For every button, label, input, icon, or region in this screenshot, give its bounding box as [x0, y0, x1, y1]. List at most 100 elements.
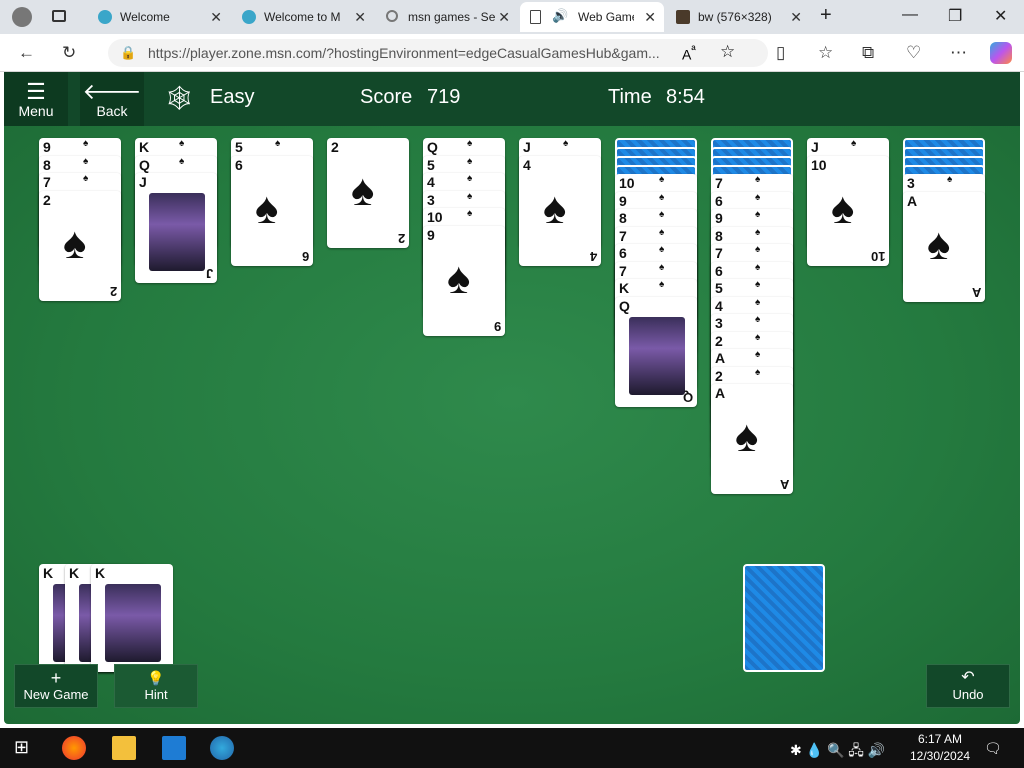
card-rank: K [95, 565, 106, 581]
card-rank: A [907, 192, 918, 209]
tab-3[interactable]: 🔊 Web Game ✕ [520, 2, 664, 32]
card-rank: Q [619, 297, 630, 314]
card-rank: 6 [619, 245, 627, 261]
playing-card[interactable]: 9 ♠ 9 [423, 225, 505, 336]
menu-button[interactable]: ☰ Menu [4, 72, 68, 126]
playing-card[interactable]: A ♠ A [711, 384, 793, 494]
collections-icon[interactable]: ⧉ [862, 43, 874, 63]
card-rank: A [715, 385, 726, 401]
card-rank: A [715, 350, 726, 366]
edge-icon[interactable] [210, 736, 234, 760]
minimize-icon[interactable]: — [902, 6, 918, 24]
tab-1[interactable]: Welcome to M ✕ [232, 2, 374, 32]
more-menu-icon[interactable]: ⋯ [950, 43, 967, 63]
spade-icon: ♠ [659, 209, 665, 220]
card-rank-bottom: Q [682, 389, 693, 405]
spade-icon: ♠ [755, 331, 761, 343]
back-arrow-icon[interactable]: ← [18, 43, 35, 63]
file-explorer-icon[interactable] [112, 736, 136, 760]
playing-card[interactable]: 4 ♠ 4 [519, 155, 601, 266]
face-card-art [149, 193, 205, 271]
tab-4[interactable]: bw (576×328) ✕ [666, 2, 810, 32]
back-button[interactable]: 🡐 Back [80, 72, 144, 126]
playing-card[interactable]: QQ [615, 296, 697, 407]
card-rank: 6 [715, 192, 723, 209]
windows-start-icon[interactable]: ⊞ [14, 737, 38, 761]
playing-card[interactable]: 10 ♠ 10 [807, 155, 889, 266]
card-rank: 5 [427, 156, 435, 173]
card-rank: 2 [715, 367, 723, 384]
card-rank: Q [139, 156, 150, 173]
score-value: 719 [427, 86, 461, 108]
back-arrow-icon: 🡐 [82, 79, 142, 104]
card-rank-bottom: 6 [301, 248, 309, 264]
undo-button[interactable]: ↶ Undo [926, 664, 1010, 708]
page-icon [530, 10, 541, 24]
split-screen-icon[interactable]: ▯ [776, 43, 785, 63]
profile-icon[interactable] [12, 7, 32, 27]
hint-button[interactable]: 💡 Hint [114, 664, 198, 708]
hamburger-icon: ☰ [26, 79, 46, 104]
search-icon [386, 10, 398, 22]
card-rank: 7 [43, 174, 51, 190]
spade-icon: ♠ [179, 155, 185, 167]
image-icon [676, 10, 690, 24]
card-rank: 10 [811, 156, 827, 173]
playing-card[interactable]: 2 ♠ 2 [327, 138, 409, 248]
playing-card[interactable]: JJ [135, 173, 217, 283]
spade-icon: ♠ [83, 173, 89, 184]
restore-icon[interactable]: ❐ [948, 6, 962, 26]
playing-card[interactable]: 6 ♠ 6 [231, 155, 313, 266]
spade-icon: ♠ [659, 226, 665, 238]
tab-0[interactable]: Welcome ✕ [88, 2, 230, 32]
spade-icon: ♠ [947, 174, 953, 185]
store-icon[interactable] [162, 736, 186, 760]
spade-icon: ♠ [831, 183, 855, 233]
close-tab-icon[interactable]: ✕ [498, 9, 510, 26]
close-tab-icon[interactable]: ✕ [354, 9, 366, 26]
spade-icon: ♠ [467, 138, 473, 149]
tab-actions-icon[interactable] [52, 10, 66, 22]
card-rank: 3 [907, 175, 915, 191]
new-tab-icon[interactable]: + [820, 4, 832, 27]
playing-card[interactable]: A ♠ A [903, 191, 985, 302]
card-rank: J [139, 174, 147, 190]
url-bar[interactable]: 🔒 https://player.zone.msn.com/?hostingEn… [108, 39, 768, 67]
spade-icon: ♠ [755, 174, 761, 185]
spade-icon: ♠ [755, 226, 761, 238]
favorite-star-icon[interactable]: ☆ [720, 42, 735, 62]
game-header: ☰ Menu 🡐 Back 🕸 Easy Score 719 Time 8:54 [4, 72, 1020, 126]
spider-icon: 🕸 [164, 85, 195, 112]
spade-icon: ♠ [735, 412, 759, 461]
firefox-icon[interactable] [62, 736, 86, 760]
playing-card[interactable]: 2 ♠ 2 [39, 190, 121, 301]
copilot-icon[interactable] [990, 42, 1012, 64]
read-aloud-icon[interactable]: Aª [682, 44, 696, 63]
close-tab-icon[interactable]: ✕ [644, 9, 656, 26]
performance-icon[interactable]: ♡ [906, 43, 921, 63]
close-tab-icon[interactable]: ✕ [790, 9, 802, 26]
tray-icons[interactable]: ✱ 💧 🔍 🖧 🔊 [790, 740, 885, 764]
lock-icon[interactable]: 🔒 [120, 45, 136, 61]
stock-pile[interactable] [743, 564, 825, 672]
close-window-icon[interactable]: ✕ [994, 6, 1007, 26]
card-rank: 8 [619, 210, 627, 226]
card-rank: 7 [619, 262, 627, 279]
refresh-icon[interactable]: ↻ [62, 43, 76, 63]
close-tab-icon[interactable]: ✕ [210, 9, 222, 26]
audio-icon[interactable]: 🔊 [552, 8, 568, 24]
time-label: Time [608, 86, 652, 108]
favorites-icon[interactable]: ☆ [818, 43, 833, 63]
new-game-button[interactable]: + New Game [14, 664, 98, 708]
spade-icon: ♠ [755, 349, 761, 360]
spade-icon: ♠ [83, 155, 89, 167]
card-rank: J [523, 139, 531, 155]
card-rank: 4 [715, 297, 723, 314]
card-rank-bottom: 2 [397, 231, 405, 246]
card-rank: 7 [619, 227, 627, 244]
spade-icon: ♠ [659, 191, 665, 203]
notifications-icon[interactable]: 🗨 [984, 740, 1002, 757]
tab-2[interactable]: msn games - Se ✕ [376, 2, 518, 32]
spade-icon: ♠ [543, 183, 567, 233]
card-rank: 2 [43, 191, 51, 208]
